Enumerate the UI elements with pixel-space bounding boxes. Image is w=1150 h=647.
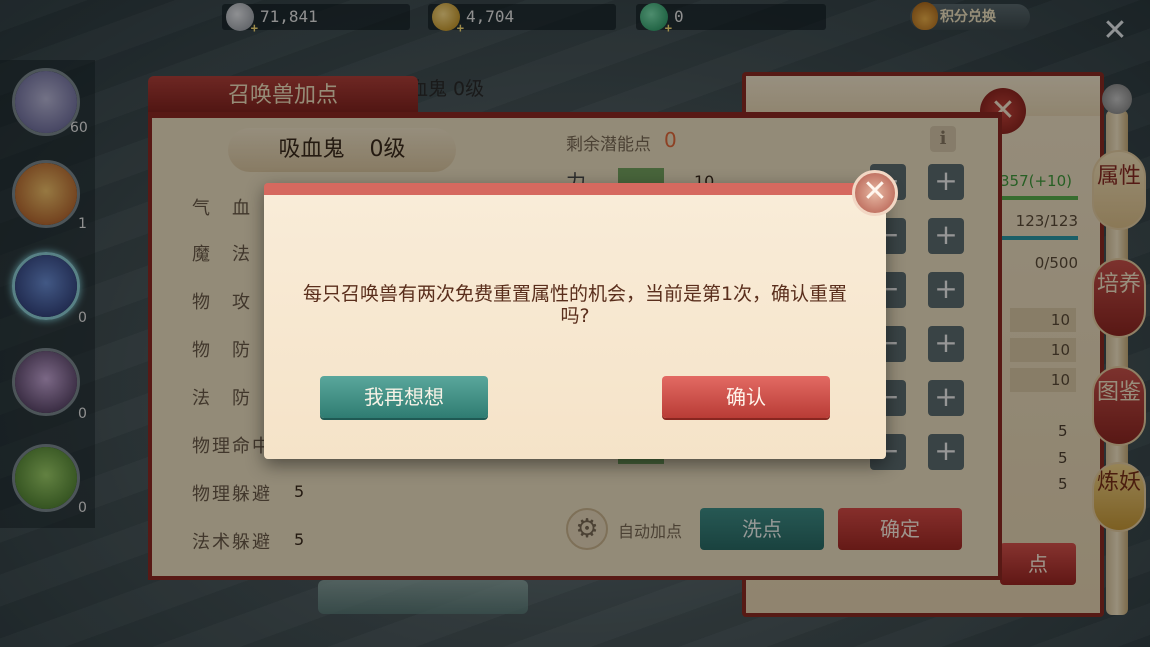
confirm-button[interactable]: 确认: [662, 376, 830, 418]
close-icon[interactable]: ✕: [852, 170, 898, 216]
dialog-message: 每只召唤兽有两次免费重置属性的机会，当前是第1次，确认重置吗?: [302, 283, 848, 327]
cancel-button[interactable]: 我再想想: [320, 376, 488, 418]
reset-confirm-dialog: 每只召唤兽有两次免费重置属性的机会，当前是第1次，确认重置吗? 我再想想 确认: [264, 183, 886, 459]
